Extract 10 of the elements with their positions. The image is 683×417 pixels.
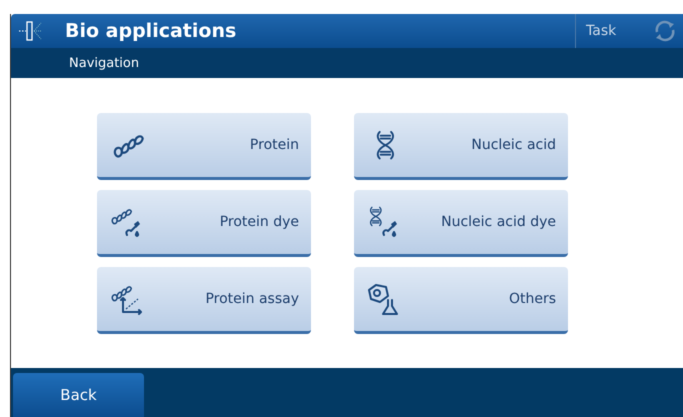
menu-tile[interactable]: Nucleic acid [354,113,568,180]
menu-tile[interactable]: Protein dye [97,190,311,257]
menu-tile[interactable]: Protein [97,113,311,180]
menu-tile[interactable]: Nucleic acid dye [354,190,568,257]
menu-tile[interactable]: Others [354,267,568,334]
section-title: Navigation [69,56,140,70]
back-button[interactable]: Back [13,373,144,417]
logo-icon [18,20,44,42]
window-title: Bio applications [64,20,238,42]
menu-tile[interactable]: Protein assay [97,267,311,334]
